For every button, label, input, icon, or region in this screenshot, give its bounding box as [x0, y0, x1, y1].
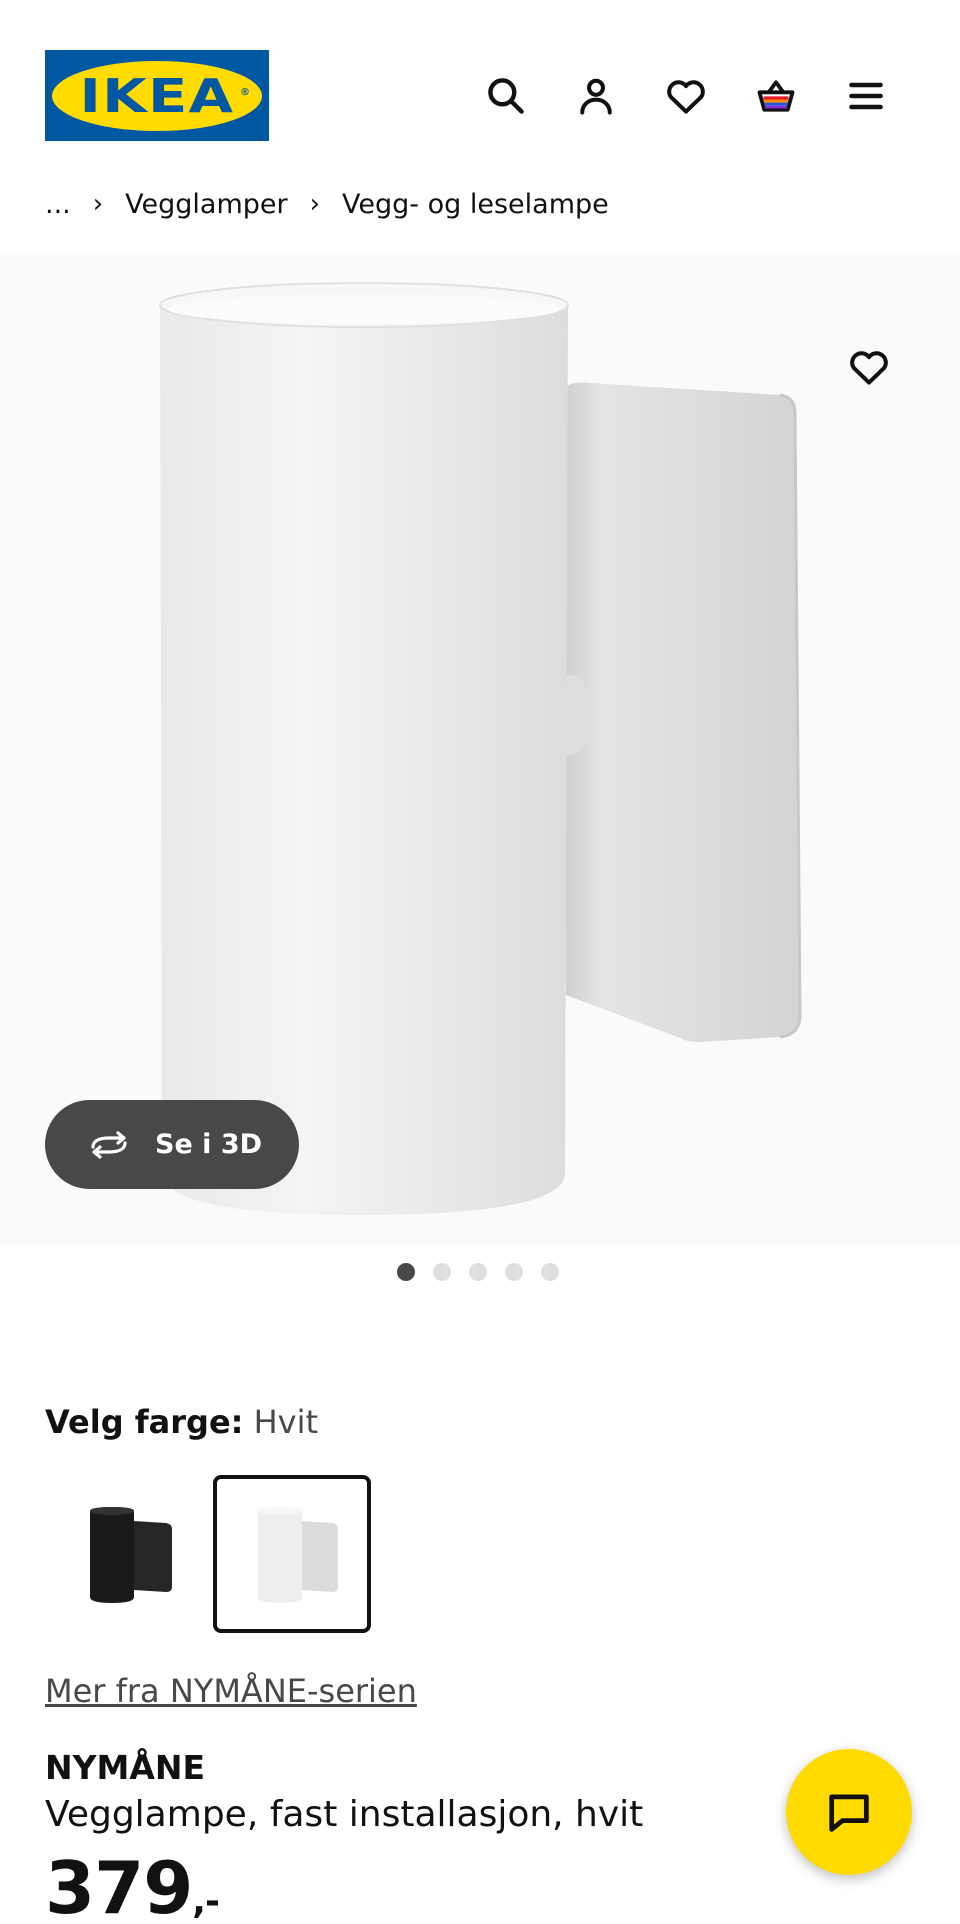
gallery-dot-4[interactable] [505, 1263, 523, 1281]
product-price: 379,- [45, 1852, 220, 1924]
white-lamp-thumbnail [258, 1507, 338, 1603]
color-swatch-black[interactable] [45, 1475, 203, 1633]
breadcrumb-ellipsis[interactable]: ... [45, 189, 71, 220]
account-icon[interactable] [568, 68, 624, 124]
search-icon[interactable] [478, 68, 534, 124]
breadcrumb: ... › Vegglamper › Vegg- og leselampe [45, 184, 609, 224]
breadcrumb-item-current[interactable]: Vegg- og leselampe [342, 189, 609, 220]
menu-icon[interactable] [838, 68, 894, 124]
color-swatch-white[interactable] [213, 1475, 371, 1633]
see-in-3d-button[interactable]: Se i 3D [45, 1100, 299, 1189]
product-image[interactable] [0, 255, 960, 1245]
color-label-title: Velg farge: [45, 1403, 244, 1441]
heart-icon[interactable] [658, 68, 714, 124]
product-description: Vegglampe, fast installasjon, hvit [45, 1794, 644, 1835]
gallery-dot-3[interactable] [469, 1263, 487, 1281]
price-value: 379 [45, 1846, 193, 1924]
basket-icon[interactable] [748, 68, 804, 124]
see-in-3d-label: Se i 3D [155, 1129, 263, 1160]
rotate-3d-icon [91, 1130, 127, 1159]
color-label: Velg farge: Hvit [45, 1403, 318, 1441]
favorite-heart-icon[interactable] [840, 338, 898, 396]
color-value: Hvit [253, 1403, 319, 1441]
site-header: IKEA ® [0, 0, 960, 190]
price-suffix: ,- [192, 1881, 220, 1922]
logo-oval: IKEA ® [52, 60, 262, 131]
chat-button[interactable] [786, 1749, 912, 1875]
logo-registered-mark: ® [240, 86, 250, 98]
ikea-logo[interactable]: IKEA ® [45, 50, 269, 141]
black-lamp-thumbnail [90, 1507, 172, 1603]
gallery-dot-1[interactable] [397, 1263, 415, 1281]
gallery-dot-5[interactable] [541, 1263, 559, 1281]
gallery-dot-2[interactable] [433, 1263, 451, 1281]
breadcrumb-separator: › [309, 189, 321, 219]
product-name: NYMÅNE [45, 1748, 206, 1787]
lamp-illustration [159, 282, 802, 1215]
breadcrumb-item-vegglamper[interactable]: Vegglamper [125, 189, 287, 220]
logo-text: IKEA [79, 68, 235, 123]
breadcrumb-separator: › [92, 189, 104, 219]
chat-icon [829, 1794, 869, 1832]
series-link[interactable]: Mer fra NYMÅNE-serien [45, 1672, 417, 1710]
gallery-pagination [397, 1263, 559, 1281]
